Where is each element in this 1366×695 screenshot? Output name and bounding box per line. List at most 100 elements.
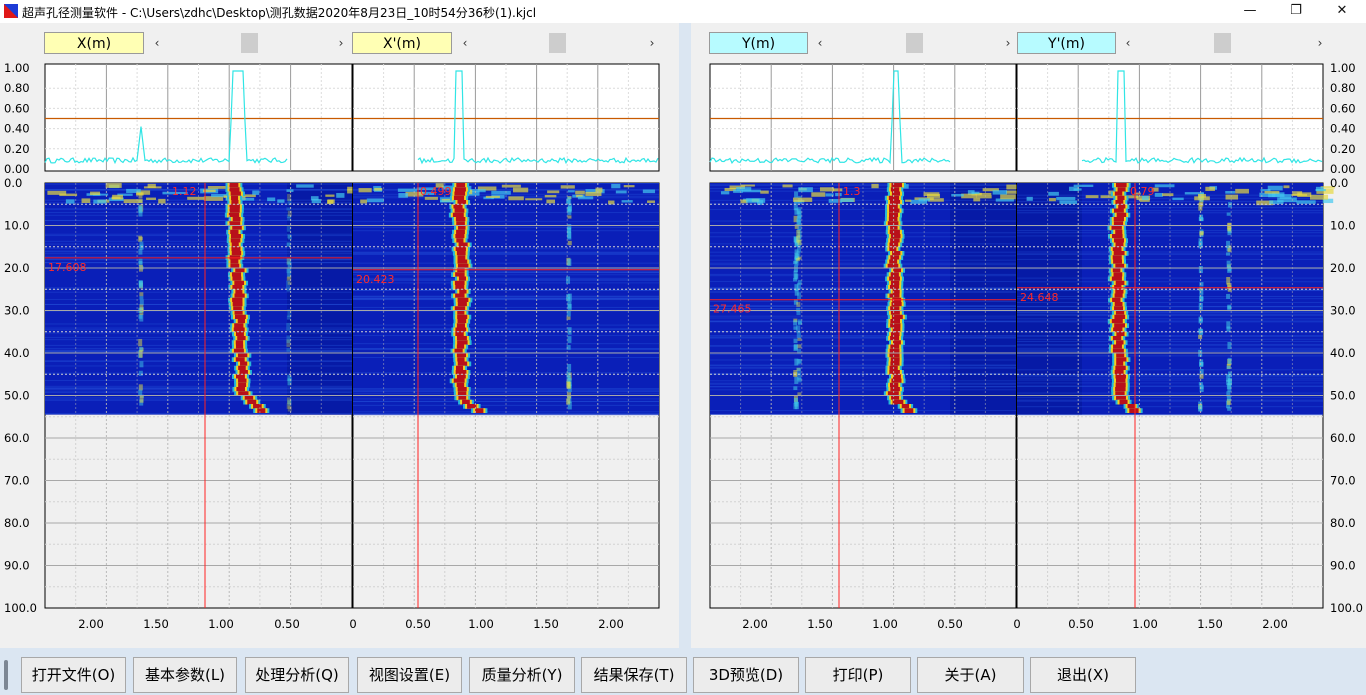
amplitude-tick-label: 0.20 bbox=[4, 142, 30, 156]
wall-echo bbox=[893, 268, 902, 273]
wall-echo bbox=[890, 280, 900, 286]
wall-echo bbox=[1115, 378, 1126, 384]
heatmap-streak bbox=[353, 220, 659, 222]
radius-tick-label: 0 bbox=[349, 617, 356, 631]
heatmap-streak bbox=[1017, 313, 1323, 315]
surface-echo bbox=[615, 190, 627, 194]
wall-echo bbox=[457, 302, 467, 307]
view-settings-button[interactable]: 视图设置(E) bbox=[357, 657, 462, 693]
surface-echo bbox=[267, 197, 276, 202]
surface-echo bbox=[1154, 184, 1175, 188]
surface-echo bbox=[244, 197, 255, 201]
radius-tick-label: 0.50 bbox=[274, 617, 300, 631]
wall-echo bbox=[890, 382, 899, 388]
surface-echo bbox=[508, 196, 524, 201]
wall-echo bbox=[229, 187, 240, 192]
wall-echo bbox=[236, 387, 245, 392]
wall-echo bbox=[891, 395, 900, 401]
wall-echo bbox=[235, 331, 244, 337]
wall-echo bbox=[1115, 183, 1127, 188]
wall-echo bbox=[232, 225, 242, 231]
amplitude-tick-label: 0.80 bbox=[1330, 81, 1356, 95]
toolbar-grip-icon[interactable] bbox=[4, 660, 8, 690]
wall-echo bbox=[889, 229, 900, 235]
heatmap-streak bbox=[1017, 230, 1323, 232]
preview-3d-button[interactable]: 3D预览(D) bbox=[693, 657, 799, 693]
ghost-echo bbox=[794, 191, 799, 199]
heatmap-streak bbox=[1017, 340, 1323, 342]
about-button[interactable]: 关于(A) bbox=[917, 657, 1024, 693]
surface-echo bbox=[832, 188, 843, 192]
heatmap-streak bbox=[1017, 301, 1323, 303]
wall-echo bbox=[455, 272, 465, 277]
heatmap-streak bbox=[45, 385, 352, 387]
wall-echo bbox=[1113, 344, 1122, 350]
wall-echo bbox=[892, 340, 901, 345]
depth-tick-label: 90.0 bbox=[1330, 559, 1356, 573]
ghost-echo bbox=[286, 207, 291, 211]
surface-echo bbox=[828, 198, 843, 203]
heatmap-streak bbox=[45, 360, 352, 362]
wall-echo bbox=[1111, 234, 1123, 239]
surface-echo bbox=[296, 184, 314, 188]
wall-echo bbox=[231, 251, 242, 256]
ghost-echo bbox=[796, 332, 801, 338]
ghost-echo bbox=[796, 236, 801, 243]
wall-echo bbox=[229, 204, 240, 209]
save-results-button[interactable]: 结果保存(T) bbox=[581, 657, 687, 693]
heatmap-streak bbox=[1017, 349, 1323, 351]
ghost-echo bbox=[287, 375, 292, 381]
depth-tick-label: 40.0 bbox=[4, 346, 30, 360]
ghost-echo bbox=[1226, 326, 1231, 332]
heatmap-streak bbox=[45, 336, 352, 338]
amplitude-tick-label: 0.00 bbox=[4, 162, 30, 176]
wall-echo bbox=[889, 353, 900, 358]
wall-echo bbox=[458, 395, 467, 401]
print-button[interactable]: 打印(P) bbox=[805, 657, 911, 693]
surface-echo bbox=[740, 184, 755, 187]
heatmap-streak bbox=[710, 209, 1016, 211]
heatmap-streak bbox=[1017, 298, 1323, 300]
ghost-echo bbox=[793, 265, 798, 273]
heatmap-streak bbox=[1017, 210, 1323, 212]
heatmap-streak bbox=[45, 188, 352, 190]
quality-analysis-button[interactable]: 质量分析(Y) bbox=[469, 657, 575, 693]
surface-echo bbox=[360, 199, 367, 204]
heatmap-streak bbox=[1017, 281, 1323, 283]
borehole-plots[interactable]: 17.608 1.12 20.423 0.499 27.465 1.3 24.648 0.79… bbox=[0, 0, 1366, 648]
surface-echo bbox=[951, 193, 964, 197]
exit-button[interactable]: 退出(X) bbox=[1030, 657, 1136, 693]
wall-echo bbox=[891, 183, 902, 188]
surface-echo bbox=[158, 198, 166, 204]
ghost-echo bbox=[139, 296, 144, 300]
surface-echo bbox=[1264, 190, 1280, 194]
surface-echo bbox=[123, 199, 143, 204]
amplitude-tick-label: 0.00 bbox=[1330, 162, 1356, 176]
surface-echo bbox=[1073, 184, 1094, 187]
wall-echo bbox=[457, 268, 465, 273]
depth-tick-label: 80.0 bbox=[1330, 516, 1356, 530]
open-file-button[interactable]: 打开文件(O) bbox=[21, 657, 126, 693]
radius-tick-label: 1.00 bbox=[208, 617, 234, 631]
ghost-echo bbox=[1226, 252, 1231, 256]
wall-echo bbox=[889, 293, 900, 299]
process-analysis-button[interactable]: 处理分析(Q) bbox=[245, 657, 349, 693]
wall-echo bbox=[234, 293, 245, 299]
radius-tick-label: 1.50 bbox=[143, 617, 169, 631]
wall-echo bbox=[1113, 259, 1123, 265]
wall-echo bbox=[1118, 204, 1126, 209]
wall-echo bbox=[1127, 404, 1135, 409]
wall-echo bbox=[230, 234, 242, 239]
surface-echo bbox=[1309, 194, 1329, 200]
surface-echo bbox=[544, 194, 557, 198]
wall-echo bbox=[1111, 319, 1123, 324]
surface-echo bbox=[65, 199, 75, 204]
wall-echo bbox=[456, 344, 465, 350]
surface-echo bbox=[976, 195, 992, 199]
surface-echo bbox=[577, 196, 594, 200]
surface-echo bbox=[1283, 185, 1290, 189]
wall-echo bbox=[457, 336, 467, 341]
wall-echo bbox=[232, 276, 242, 282]
basic-params-button[interactable]: 基本参数(L) bbox=[133, 657, 237, 693]
surface-echo bbox=[973, 198, 981, 202]
